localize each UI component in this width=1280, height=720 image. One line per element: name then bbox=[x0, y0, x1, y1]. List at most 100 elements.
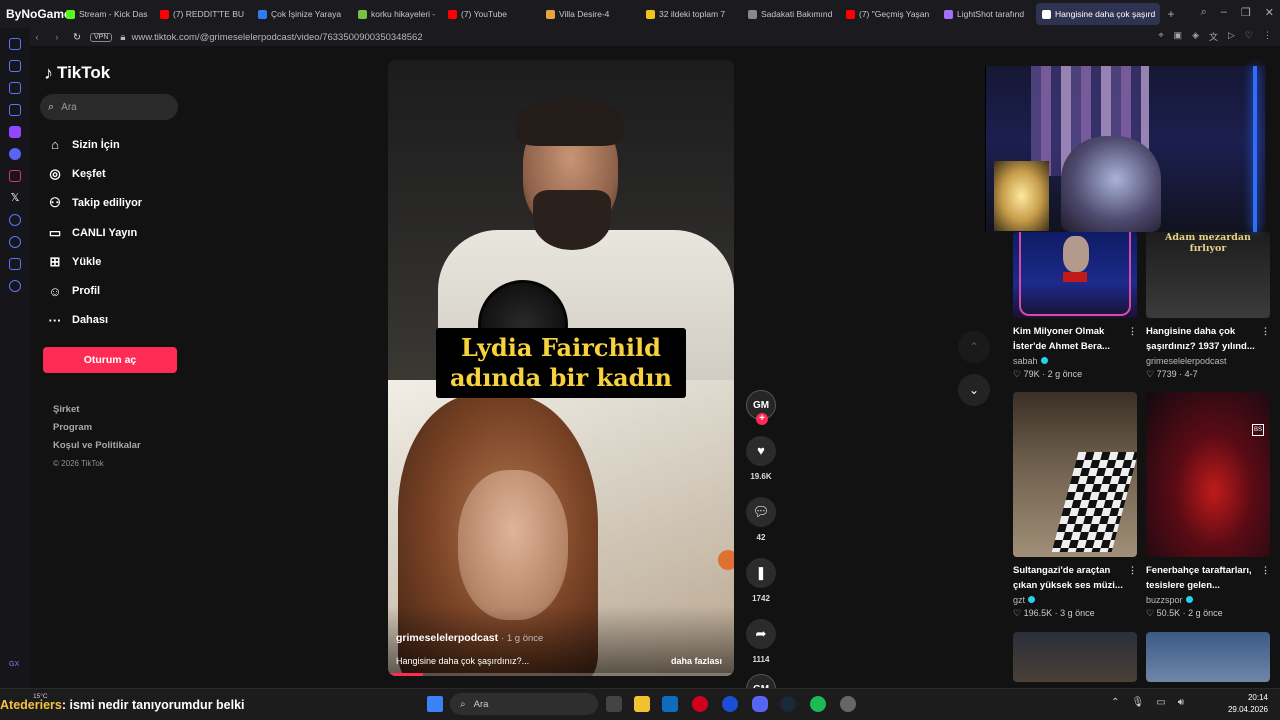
shield-icon[interactable]: ◈ bbox=[1192, 30, 1199, 43]
forward-icon[interactable]: › bbox=[50, 32, 64, 43]
new-tab-button[interactable]: + bbox=[1162, 5, 1180, 23]
nav-item[interactable]: ◎ Keşfet bbox=[40, 159, 190, 188]
footer-link-terms[interactable]: Koşul ve Politikalar bbox=[53, 437, 190, 455]
browser-tab[interactable]: (7) "Geçmiş Yaşan bbox=[840, 3, 936, 25]
comment-icon[interactable]: 💬︎ bbox=[746, 497, 776, 527]
card-more-icon[interactable]: ⋮ bbox=[1261, 563, 1270, 578]
minimize-icon[interactable]: – bbox=[1221, 6, 1227, 19]
heart-icon[interactable]: ♥ bbox=[746, 436, 776, 466]
heart-bookmark-icon[interactable]: ♡ bbox=[1245, 30, 1253, 43]
nav-item[interactable]: ⚇ Takip ediliyor bbox=[40, 189, 190, 218]
history-icon[interactable] bbox=[9, 236, 21, 248]
previous-video-button[interactable]: ⌃ bbox=[958, 331, 990, 363]
share-action[interactable]: ➦ 1114 bbox=[744, 619, 778, 664]
nav-item[interactable]: ⌂ Sizin İçin bbox=[40, 130, 190, 159]
next-video-button[interactable]: ⌄ bbox=[958, 374, 990, 406]
snapshot-icon[interactable]: ▣ bbox=[1174, 30, 1183, 43]
spotify-icon[interactable] bbox=[810, 696, 826, 712]
discord-taskbar-icon[interactable] bbox=[752, 696, 768, 712]
system-clock[interactable]: 20:14 29.04.2026 bbox=[1228, 692, 1268, 716]
volume-icon[interactable]: 🔊︎ bbox=[1178, 697, 1184, 708]
comment-action[interactable]: 💬︎ 42 bbox=[744, 497, 778, 542]
card-author[interactable]: gzt bbox=[1013, 595, 1137, 605]
share-icon[interactable]: ➦ bbox=[746, 619, 776, 649]
recommended-card-5[interactable] bbox=[1013, 632, 1137, 682]
taskbar-search[interactable]: ⌕ Ara bbox=[450, 693, 598, 715]
footer-link-program[interactable]: Program bbox=[53, 419, 190, 437]
flow-icon[interactable] bbox=[9, 60, 21, 72]
recommended-card-3[interactable]: Sultangazi'de araçtan çıkan yüksek ses m… bbox=[1013, 392, 1137, 619]
footer-link-company[interactable]: Şirket bbox=[53, 401, 190, 419]
restore-icon[interactable]: ❐ bbox=[1241, 6, 1251, 19]
instagram-icon[interactable] bbox=[9, 170, 21, 182]
microphone-icon[interactable]: 🎙︎ bbox=[1132, 697, 1145, 708]
card-more-icon[interactable]: ⋮ bbox=[1128, 563, 1137, 578]
network-icon[interactable]: ▭ bbox=[1156, 697, 1165, 708]
card-title[interactable]: Fenerbahçe taraftarları, tesislere gelen… bbox=[1146, 563, 1270, 593]
player-icon[interactable] bbox=[9, 214, 21, 226]
tray-chevron-icon[interactable]: ⌃ bbox=[1111, 697, 1119, 708]
card-more-icon[interactable]: ⋮ bbox=[1261, 324, 1270, 339]
recommended-card-6[interactable] bbox=[1146, 632, 1270, 682]
author-name[interactable]: grimeselelerpodcast bbox=[396, 632, 498, 644]
app-icon[interactable] bbox=[840, 696, 856, 712]
video-thumbnail[interactable] bbox=[1013, 632, 1137, 682]
menu-icon[interactable]: ⋮ bbox=[1263, 30, 1272, 43]
card-title[interactable]: Sultangazi'de araçtan çıkan yüksek ses m… bbox=[1013, 563, 1137, 593]
recommended-card-1[interactable]: Kim Milyoner Olmak İster'de Ahmet Bera..… bbox=[1013, 232, 1137, 380]
browser-tab[interactable]: (7) REDDIT'TE BU bbox=[154, 3, 250, 25]
card-more-icon[interactable]: ⋮ bbox=[1128, 324, 1137, 339]
messenger-icon[interactable] bbox=[9, 104, 21, 116]
discord-icon[interactable] bbox=[9, 148, 21, 160]
close-window-icon[interactable]: ✕ bbox=[1265, 6, 1274, 19]
browser-tab[interactable]: 32 ildeki toplam 7 bbox=[640, 3, 740, 25]
translate-icon[interactable]: 文 bbox=[1209, 30, 1218, 43]
nav-item[interactable]: ☺ Profil bbox=[40, 276, 190, 305]
lock-icon[interactable]: 🔒︎ bbox=[120, 32, 125, 43]
recommended-card-2[interactable]: Adam mezardan fırlıyor Hangisine daha ço… bbox=[1146, 232, 1270, 380]
card-author[interactable]: grimeselelerpodcast bbox=[1146, 356, 1270, 366]
browser-tab[interactable]: Sadakati Bakımınd bbox=[742, 3, 838, 25]
browser-tab[interactable]: LightShot tarafınd bbox=[938, 3, 1034, 25]
search-tabs-icon[interactable]: ⌕ bbox=[1201, 6, 1207, 19]
opera-gx-icon[interactable] bbox=[692, 696, 708, 712]
more-button[interactable]: daha fazlası bbox=[671, 656, 722, 666]
browser-tab[interactable]: Villa Desire-4 bbox=[540, 3, 638, 25]
browser-tab[interactable]: korku hikayeleri - bbox=[352, 3, 440, 25]
play-icon[interactable]: ▷ bbox=[1228, 30, 1235, 43]
browser-tab[interactable]: Stream - Kick Das bbox=[60, 3, 152, 25]
bookmark-icon[interactable]: ❚ bbox=[746, 558, 776, 588]
task-view-icon[interactable] bbox=[606, 696, 622, 712]
aria-icon[interactable] bbox=[9, 38, 21, 50]
video-thumbnail[interactable] bbox=[1146, 632, 1270, 682]
video-thumbnail[interactable]: BS bbox=[1146, 392, 1270, 557]
video-player[interactable]: Lydia Fairchild adında bir kadın grimese… bbox=[388, 60, 734, 676]
video-thumbnail[interactable] bbox=[1013, 392, 1137, 557]
video-thumbnail[interactable]: Adam mezardan fırlıyor bbox=[1146, 232, 1270, 318]
extensions-icon[interactable] bbox=[9, 258, 21, 270]
recommended-card-4[interactable]: BS Fenerbahçe taraftarları, tesislere ge… bbox=[1146, 392, 1270, 619]
file-explorer-icon[interactable] bbox=[634, 696, 650, 712]
gaming-icon[interactable] bbox=[9, 82, 21, 94]
ea-icon[interactable] bbox=[722, 696, 738, 712]
save-action[interactable]: ❚ 1742 bbox=[744, 558, 778, 603]
x-icon[interactable]: 𝕏 bbox=[9, 192, 21, 204]
reload-icon[interactable]: ↻ bbox=[70, 32, 84, 43]
browser-tab[interactable]: (7) YouTube bbox=[442, 3, 538, 25]
gx-icon[interactable]: GX bbox=[9, 661, 19, 668]
settings-icon[interactable] bbox=[9, 280, 21, 292]
card-author[interactable]: sabah bbox=[1013, 356, 1137, 366]
creator-avatar[interactable]: GM + bbox=[746, 390, 776, 425]
like-action[interactable]: ♥ 19.6K bbox=[744, 436, 778, 481]
start-icon[interactable] bbox=[427, 696, 443, 712]
vpn-badge[interactable]: VPN bbox=[90, 32, 113, 42]
follow-plus-icon[interactable]: + bbox=[756, 413, 768, 425]
browser-tab[interactable]: Çok İşinize Yaraya bbox=[252, 3, 350, 25]
browser-tab[interactable]: Hangisine daha çok şaşırd bbox=[1036, 3, 1160, 25]
back-icon[interactable]: ‹ bbox=[30, 32, 44, 43]
outlook-icon[interactable] bbox=[662, 696, 678, 712]
search-input[interactable]: ⌕ Ara bbox=[40, 94, 178, 120]
url-field[interactable]: www.tiktok.com/@grimeselelerpodcast/vide… bbox=[131, 32, 422, 43]
card-title[interactable]: Hangisine daha çok şaşırdınız? 1937 yılı… bbox=[1146, 324, 1270, 354]
nav-item[interactable]: ··· Dahası bbox=[40, 306, 190, 335]
